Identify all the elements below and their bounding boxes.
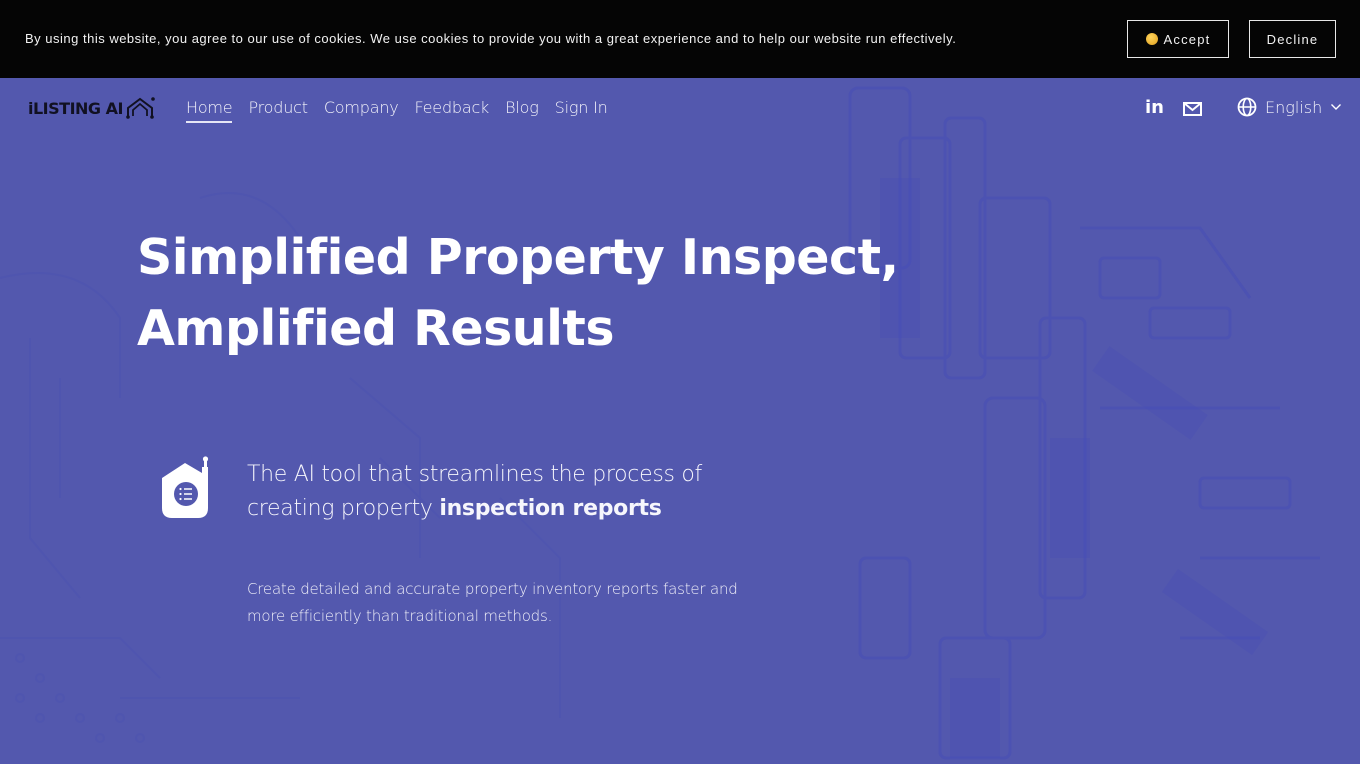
house-circuit-icon [126, 97, 155, 119]
hero-title-line-2: Amplified Results [137, 300, 615, 357]
nav-feedback[interactable]: Feedback [415, 98, 490, 123]
hero-title-line-1: Simplified Property Inspect, [137, 229, 899, 286]
linkedin-icon[interactable]: in [1145, 97, 1164, 118]
accept-cookies-button[interactable]: Accept [1127, 20, 1229, 58]
cookie-message: By using this website, you agree to our … [25, 31, 957, 46]
nav-home[interactable]: Home [186, 98, 233, 123]
main-nav: Home Product Company Feedback Blog Sign … [186, 98, 608, 123]
language-label: English [1265, 97, 1323, 117]
nav-sign-in[interactable]: Sign In [555, 98, 608, 123]
hero-tagline: The AI tool that streamlines the process… [247, 458, 767, 526]
accept-label: Accept [1163, 31, 1211, 47]
logo[interactable]: iLISTING AI [28, 96, 156, 120]
nav-company[interactable]: Company [324, 98, 399, 123]
nav-blog[interactable]: Blog [505, 98, 539, 123]
smiling-face-icon [1145, 33, 1158, 45]
hero-title: Simplified Property Inspect, Amplified R… [137, 222, 899, 364]
home-checklist-icon [162, 456, 209, 518]
logo-text: iLISTING AI [28, 98, 123, 118]
mail-icon[interactable] [1183, 102, 1202, 116]
tagline-emphasis: inspection reports [439, 496, 662, 521]
circuit-background [0, 86, 1320, 760]
cookie-banner: By using this website, you agree to our … [0, 0, 1360, 78]
chevron-down-icon [1331, 104, 1342, 110]
decline-cookies-button[interactable]: Decline [1249, 20, 1336, 58]
nav-product[interactable]: Product [248, 98, 308, 123]
globe-icon [1237, 97, 1257, 117]
hero-description: Create detailed and accurate property in… [247, 580, 738, 625]
language-selector[interactable]: English [1237, 97, 1342, 117]
